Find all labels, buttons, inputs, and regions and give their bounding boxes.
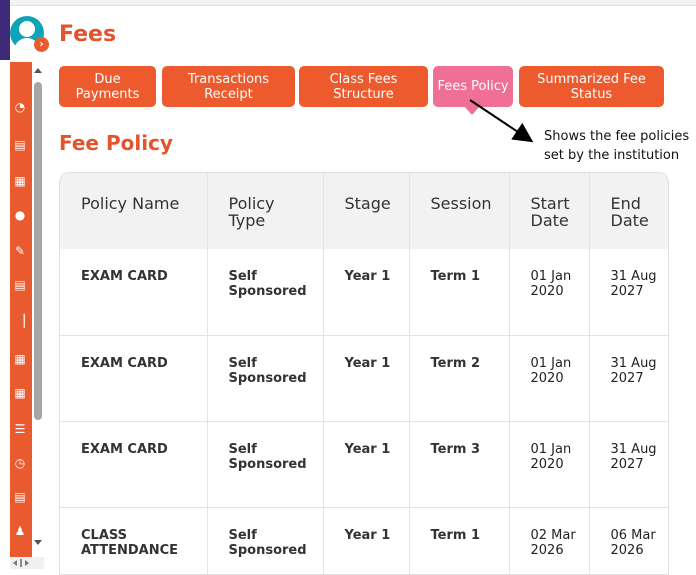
cell-stage: Year 1: [323, 507, 410, 574]
col-stage: Stage: [323, 173, 410, 249]
table-row: EXAM CARD Self Sponsored Year 1 Term 1 0…: [60, 249, 668, 336]
table-row: CLASS ATTENDANCE Self Sponsored Year 1 T…: [60, 507, 668, 574]
cell-start-date: 01 Jan 2020: [509, 421, 590, 508]
cell-end-date: 31 Aug 2027: [589, 421, 668, 508]
col-session: Session: [409, 173, 510, 249]
sidebar: ◔ ▤ ▦ ● ✎ ▤ ▕ ▦ ▦ ☰ ◷ ▤ ♟: [10, 62, 32, 557]
horizontal-scrollbar[interactable]: [10, 557, 44, 569]
scroll-thumb[interactable]: [34, 82, 42, 420]
tab-summarized-fee-status[interactable]: Summarized Fee Status: [519, 66, 664, 107]
fee-policy-table: Policy Name Policy Type Stage Session St…: [59, 172, 669, 575]
cell-end-date: 31 Aug 2027: [589, 335, 668, 422]
scroll-left-icon[interactable]: [13, 560, 17, 566]
cell-policy-name: EXAM CARD: [60, 335, 208, 422]
pen-icon[interactable]: ✎: [13, 244, 27, 258]
col-policy-name: Policy Name: [60, 173, 208, 249]
cell-session: Term 2: [409, 335, 510, 422]
scroll-position-mark: [20, 559, 22, 567]
clock-icon[interactable]: ◷: [13, 456, 27, 470]
annotation-text: Shows the fee policies set by the instit…: [544, 129, 690, 163]
cell-stage: Year 1: [323, 249, 410, 336]
section-title: Fee Policy: [59, 131, 173, 155]
scroll-right-icon[interactable]: [25, 560, 29, 566]
table-header-row: Policy Name Policy Type Stage Session St…: [60, 173, 668, 249]
cell-session: Term 1: [409, 249, 510, 336]
avatar-head: [19, 21, 35, 37]
cell-stage: Year 1: [323, 421, 410, 508]
edit-doc-icon[interactable]: ▤: [13, 138, 27, 152]
cell-start-date: 02 Mar 2026: [509, 507, 590, 574]
top-border: [10, 0, 696, 6]
cell-end-date: 31 Aug 2027: [589, 249, 668, 336]
cell-policy-name: EXAM CARD: [60, 249, 208, 336]
cell-policy-type: Self Sponsored: [207, 421, 324, 508]
tab-due-payments[interactable]: Due Payments: [59, 66, 156, 107]
scroll-down-icon[interactable]: [34, 540, 42, 545]
left-accent-bar: [0, 0, 10, 60]
table-row: EXAM CARD Self Sponsored Year 1 Term 2 0…: [60, 335, 668, 422]
cell-policy-type: Self Sponsored: [207, 249, 324, 336]
cell-stage: Year 1: [323, 335, 410, 422]
calendar-icon[interactable]: ▦: [13, 352, 27, 366]
sidebar-expand-icon[interactable]: ›: [34, 37, 49, 52]
payment-icon[interactable]: ●: [13, 208, 27, 222]
list-icon[interactable]: ☰: [13, 422, 27, 436]
cell-start-date: 01 Jan 2020: [509, 335, 590, 422]
cell-session: Term 1: [409, 507, 510, 574]
cell-policy-name: CLASS ATTENDANCE: [60, 507, 208, 574]
cell-policy-type: Self Sponsored: [207, 335, 324, 422]
cell-policy-type: Self Sponsored: [207, 507, 324, 574]
calendar-grid-icon[interactable]: ▦: [13, 386, 27, 400]
cell-start-date: 01 Jan 2020: [509, 249, 590, 336]
tab-class-fees-structure[interactable]: Class Fees Structure: [299, 66, 428, 107]
page-title: Fees: [59, 22, 117, 47]
dashboard-icon[interactable]: ◔: [13, 100, 27, 114]
col-policy-type: Policy Type: [207, 173, 324, 249]
document-icon[interactable]: ▦: [13, 174, 27, 188]
report-icon[interactable]: ▤: [13, 278, 27, 292]
cell-end-date: 06 Mar 2026: [589, 507, 668, 574]
tab-fees-policy[interactable]: Fees Policy: [433, 66, 513, 107]
divider-icon: ▕: [15, 314, 25, 328]
cell-session: Term 3: [409, 421, 510, 508]
sidebar-scrollbar[interactable]: [32, 62, 44, 557]
active-tab-pointer: [464, 106, 480, 115]
col-end-date: End Date: [589, 173, 668, 249]
tab-transactions-receipt[interactable]: Transactions Receipt: [162, 66, 295, 107]
scroll-up-icon[interactable]: [34, 68, 42, 73]
app-frame: › ◔ ▤ ▦ ● ✎ ▤ ▕ ▦ ▦ ☰ ◷ ▤ ♟ Fees Due Pay…: [0, 0, 696, 575]
table-row: EXAM CARD Self Sponsored Year 1 Term 3 0…: [60, 421, 668, 508]
person-icon[interactable]: ♟: [13, 524, 27, 538]
notes-icon[interactable]: ▤: [13, 490, 27, 504]
col-start-date: Start Date: [509, 173, 590, 249]
cell-policy-name: EXAM CARD: [60, 421, 208, 508]
